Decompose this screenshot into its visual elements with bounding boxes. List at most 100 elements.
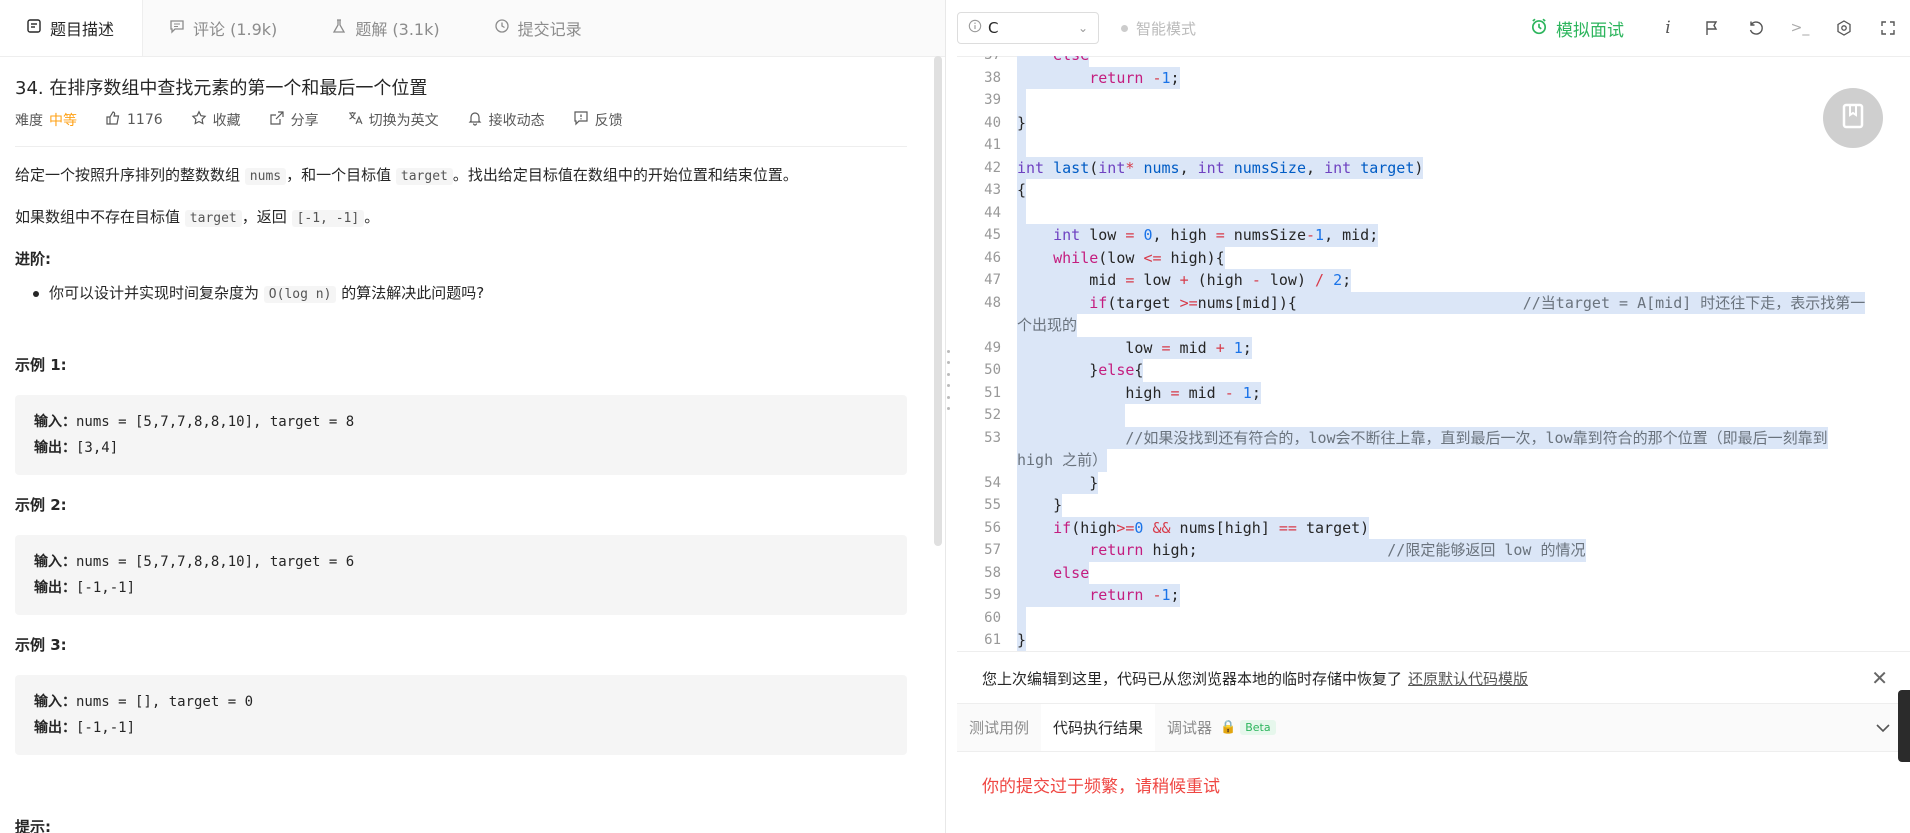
code-line[interactable]: 44 <box>957 201 1910 224</box>
terminal-icon[interactable]: >_ <box>1790 18 1810 38</box>
code-text: int last(int* nums, int numsSize, int ta… <box>1017 156 1424 179</box>
language-select[interactable]: C ⌄ <box>957 12 1099 44</box>
info-italic-icon[interactable]: i <box>1658 18 1678 38</box>
code-line[interactable]: 51 high = mid - 1; <box>957 381 1910 404</box>
code-line[interactable]: 61} <box>957 629 1910 651</box>
feedback-button[interactable]: 反馈 <box>573 110 623 130</box>
tab-testcase[interactable]: 测试用例 <box>957 704 1041 751</box>
code-line[interactable]: 58 else <box>957 561 1910 584</box>
code-line[interactable]: 47 mid = low + (high - low) / 2; <box>957 269 1910 292</box>
flag-icon[interactable] <box>1702 18 1722 38</box>
code-text: } <box>1017 494 1063 517</box>
example-output: [-1,-1] <box>76 580 136 596</box>
code-line[interactable]: 53 //如果没找到还有符合的，low会不断往上靠，直到最后一次，low靠到符合… <box>957 426 1910 449</box>
code-line[interactable]: 39 <box>957 89 1910 112</box>
example-input: nums = [5,7,7,8,8,10], target = 8 <box>76 414 355 430</box>
example-output: [3,4] <box>76 440 119 456</box>
smart-mode-label: 智能模式 <box>1136 19 1197 38</box>
inline-code: nums <box>244 168 287 185</box>
console-tabs: 测试用例 代码执行结果 调试器 🔒 Beta <box>957 703 1910 752</box>
code-line[interactable]: high 之前） <box>957 449 1910 472</box>
panel-splitter[interactable] <box>947 350 951 410</box>
smart-mode-toggle[interactable]: 智能模式 <box>1121 18 1196 39</box>
code-text: }else{ <box>1017 359 1144 382</box>
code-line[interactable]: 57 return high; //限定能够返回 low 的情况 <box>957 539 1910 562</box>
tab-result[interactable]: 代码执行结果 <box>1041 704 1156 751</box>
code-editor[interactable]: 37 else38 return -1;39 40}41 42int last(… <box>957 56 1910 651</box>
tab-submissions[interactable]: 提交记录 <box>468 0 610 56</box>
tab-solutions-label: 题解 (3.1k) <box>355 20 440 39</box>
code-line[interactable]: 45 int low = 0, high = numsSize-1, mid; <box>957 224 1910 247</box>
restore-default-link[interactable]: 还原默认代码模版 <box>1408 668 1528 689</box>
code-line[interactable]: 52 <box>957 404 1910 427</box>
line-number: 50 <box>984 362 1001 378</box>
close-icon[interactable]: ✕ <box>1871 666 1888 690</box>
chevron-down-icon: ⌄ <box>1077 21 1088 35</box>
example-1-box: 输入：nums = [5,7,7,8,8,10], target = 8 输出：… <box>15 395 907 475</box>
share-button[interactable]: 分享 <box>269 110 319 130</box>
problem-title: 34. 在排序数组中查找元素的第一个和最后一个位置 <box>15 78 428 99</box>
code-line[interactable]: 个出现的 <box>957 314 1910 337</box>
reset-icon[interactable] <box>1746 18 1766 38</box>
code-line[interactable]: 46 while(low <= high){ <box>957 246 1910 269</box>
code-text <box>1017 201 1027 224</box>
like-button[interactable]: 1176 <box>105 110 163 130</box>
mock-interview-button[interactable]: 模拟面试 <box>1530 16 1624 41</box>
mock-interview-label: 模拟面试 <box>1556 20 1624 41</box>
tab-debugger[interactable]: 调试器 🔒 Beta <box>1155 704 1288 751</box>
problem-description: 给定一个按照升序排列的整数数组 nums ，和一个目标值 target 。找出给定目… <box>15 163 907 833</box>
notes-button[interactable] <box>1823 88 1883 148</box>
inline-code: target <box>395 168 453 185</box>
line-number: 51 <box>984 384 1001 401</box>
bullet-dot <box>33 291 39 297</box>
side-widget[interactable] <box>1898 690 1910 762</box>
editor-toolbar: C ⌄ 智能模式 模拟面试 i >_ <box>957 0 1910 57</box>
code-text: //如果没找到还有符合的，low会不断往上靠，直到最后一次，low靠到符合的那个… <box>1017 426 1828 449</box>
difficulty-value: 中等 <box>49 113 77 129</box>
line-number: 38 <box>984 69 1001 86</box>
advanced-heading: 进阶: <box>15 250 51 268</box>
tab-comments[interactable]: 评论 (1.9k) <box>143 0 305 56</box>
code-line[interactable]: 40} <box>957 111 1910 134</box>
collapse-console-button[interactable] <box>1876 704 1890 751</box>
output-label: 输出： <box>34 720 76 736</box>
code-line[interactable]: 60 <box>957 606 1910 629</box>
fullscreen-icon[interactable] <box>1878 18 1898 38</box>
line-number: 40 <box>984 114 1001 131</box>
code-line[interactable]: 37 else <box>957 56 1910 67</box>
chevron-down-icon <box>1876 719 1890 737</box>
share-icon <box>269 110 285 130</box>
switch-language-button[interactable]: 切换为英文 <box>347 110 439 130</box>
code-line[interactable]: 42 int last(int* nums, int numsSize, int … <box>957 156 1910 179</box>
code-line[interactable]: 54 } <box>957 471 1910 494</box>
favorite-label: 收藏 <box>212 113 241 129</box>
problem-scrollbar[interactable] <box>934 56 942 546</box>
thumbs-up-icon <box>105 110 121 130</box>
example-2-box: 输入：nums = [5,7,7,8,8,10], target = 6 输出：… <box>15 535 907 615</box>
line-number: 45 <box>984 227 1001 243</box>
favorite-button[interactable]: 收藏 <box>191 110 241 130</box>
settings-icon[interactable] <box>1834 18 1854 38</box>
example-3-title: 示例 3: <box>15 636 67 654</box>
code-line[interactable]: 59 return -1; <box>957 584 1910 607</box>
description-paragraph-1: 给定一个按照升序排列的整数数组 nums ，和一个目标值 target 。找出给定目… <box>15 163 907 189</box>
code-line[interactable]: 49 low = mid + 1; <box>957 336 1910 359</box>
alarm-clock-icon <box>1530 17 1548 40</box>
tab-solutions[interactable]: 题解 (3.1k) <box>305 0 467 56</box>
code-line[interactable]: 56 if(high>=0 && nums[high] == target) <box>957 516 1910 539</box>
code-line[interactable]: 55 } <box>957 494 1910 517</box>
code-line[interactable]: 48 if(target >=nums[mid]){ //当target = A… <box>957 291 1910 314</box>
problem-panel: 题目描述 评论 (1.9k) 题解 (3.1k) 提交记录 34. 在排序数组中… <box>0 0 946 833</box>
code-line[interactable]: 50 }else{ <box>957 359 1910 382</box>
tab-description[interactable]: 题目描述 <box>0 0 144 56</box>
code-text: return -1; <box>1017 584 1180 607</box>
code-line[interactable]: 43 { <box>957 179 1910 202</box>
description-paragraph-2: 如果数组中不存在目标值 target ，返回 [-1, -1]。 <box>15 205 907 231</box>
code-text: while(low <= high){ <box>1017 246 1225 269</box>
code-text <box>1017 606 1027 629</box>
code-line[interactable]: 38 return -1; <box>957 66 1910 89</box>
subscribe-button[interactable]: 接收动态 <box>467 110 545 130</box>
difficulty: 难度 中等 <box>15 110 77 130</box>
code-line[interactable]: 41 <box>957 134 1910 157</box>
line-number: 48 <box>984 294 1001 311</box>
